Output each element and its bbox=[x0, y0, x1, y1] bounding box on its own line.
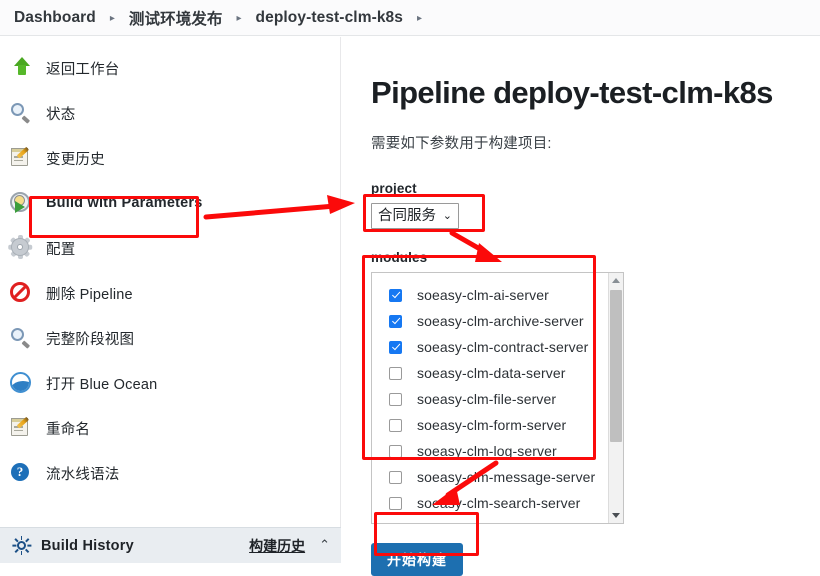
magnifier-icon bbox=[9, 101, 35, 125]
forbidden-icon bbox=[9, 281, 35, 305]
modules-scrollbar[interactable] bbox=[608, 273, 623, 523]
main-content: Pipeline deploy-test-clm-k8s 需要如下参数用于构建项… bbox=[342, 37, 820, 576]
module-checkbox[interactable] bbox=[389, 288, 402, 302]
start-build-button[interactable]: 开始构建 bbox=[371, 543, 463, 576]
module-checkbox[interactable] bbox=[389, 340, 402, 354]
module-label: soeasy-clm-archive-server bbox=[417, 313, 584, 329]
module-label: soeasy-clm-contract-server bbox=[417, 339, 589, 355]
gear-icon bbox=[8, 235, 35, 260]
build-history-header[interactable]: Build History 构建历史 ⌃ bbox=[0, 527, 341, 563]
sidebar-item-back-to-dashboard[interactable]: 返回工作台 bbox=[0, 55, 340, 81]
module-label: soeasy-clm-ai-server bbox=[417, 287, 549, 303]
project-select[interactable]: 合同服务 bbox=[371, 203, 459, 229]
page-title: Pipeline deploy-test-clm-k8s bbox=[371, 75, 773, 110]
help-circle-icon: ? bbox=[9, 461, 35, 485]
sidebar-item-status[interactable]: 状态 bbox=[0, 100, 340, 126]
breadcrumb-separator-icon: ▸ bbox=[417, 12, 423, 24]
module-row[interactable]: soeasy-clm-file-server bbox=[372, 386, 608, 412]
breadcrumb-item-job[interactable]: deploy-test-clm-k8s bbox=[256, 9, 403, 27]
module-row[interactable]: soeasy-clm-form-server bbox=[372, 412, 608, 438]
scroll-down-arrow-icon[interactable] bbox=[609, 508, 623, 523]
module-checkbox[interactable] bbox=[389, 314, 402, 328]
build-clock-play-icon bbox=[9, 191, 35, 215]
notepad-pencil-icon bbox=[9, 416, 35, 440]
build-history-link[interactable]: 构建历史 bbox=[249, 536, 305, 556]
module-checkbox[interactable] bbox=[389, 444, 402, 458]
sidebar-item-rename[interactable]: 重命名 bbox=[0, 415, 340, 441]
module-label: soeasy-clm-message-server bbox=[417, 469, 596, 485]
sidebar-item-label: Build with Parameters bbox=[46, 195, 203, 211]
sidebar-item-label: 打开 Blue Ocean bbox=[46, 376, 158, 393]
modules-checkbox-list[interactable]: soeasy-clm-ai-server soeasy-clm-archive-… bbox=[371, 272, 624, 524]
module-label: soeasy-clm-search-server bbox=[417, 495, 581, 511]
form-intro-text: 需要如下参数用于构建项目: bbox=[371, 136, 552, 152]
module-label: soeasy-clm-data-server bbox=[417, 365, 566, 381]
module-checkbox[interactable] bbox=[389, 496, 402, 510]
module-checkbox[interactable] bbox=[389, 470, 402, 484]
sidebar-task-list: 返回工作台 状态 变更历史 Build with Parameters 配置 删… bbox=[0, 37, 340, 505]
modules-field-label: modules bbox=[371, 250, 428, 265]
sidebar-item-label: 变更历史 bbox=[46, 151, 105, 168]
build-history-title: Build History bbox=[41, 537, 134, 554]
modules-list-viewport: soeasy-clm-ai-server soeasy-clm-archive-… bbox=[372, 273, 608, 523]
breadcrumb: Dashboard ▸ 测试环境发布 ▸ deploy-test-clm-k8s… bbox=[0, 0, 820, 36]
sidebar-item-label: 完整阶段视图 bbox=[46, 331, 135, 348]
sidebar-item-pipeline-syntax[interactable]: ? 流水线语法 bbox=[0, 460, 340, 486]
breadcrumb-separator-icon: ▸ bbox=[236, 12, 242, 24]
module-label: soeasy-clm-file-server bbox=[417, 391, 557, 407]
scroll-up-arrow-icon[interactable] bbox=[609, 273, 623, 288]
notepad-pencil-icon bbox=[9, 146, 35, 170]
sidebar-item-label: 状态 bbox=[46, 106, 76, 123]
module-checkbox[interactable] bbox=[389, 392, 402, 406]
module-checkbox[interactable] bbox=[389, 418, 402, 432]
sidebar-item-label: 重命名 bbox=[46, 421, 91, 438]
sidebar-item-label: 流水线语法 bbox=[46, 466, 120, 483]
magnifier-icon bbox=[9, 326, 35, 350]
module-row[interactable]: soeasy-clm-message-server bbox=[372, 464, 608, 490]
breadcrumb-item-dashboard[interactable]: Dashboard bbox=[14, 9, 96, 27]
module-checkbox[interactable] bbox=[389, 366, 402, 380]
sidebar-item-label: 删除 Pipeline bbox=[46, 286, 133, 303]
module-row[interactable]: soeasy-clm-search-server bbox=[372, 490, 608, 516]
module-row[interactable]: soeasy-clm-contract-server bbox=[372, 334, 608, 360]
sidebar-item-configure[interactable]: 配置 bbox=[0, 235, 340, 261]
sun-gear-icon bbox=[12, 536, 31, 555]
project-field-label: project bbox=[371, 181, 417, 196]
chevron-up-icon[interactable]: ⌃ bbox=[319, 538, 330, 551]
module-label: soeasy-clm-log-server bbox=[417, 443, 557, 459]
module-row[interactable]: soeasy-clm-data-server bbox=[372, 360, 608, 386]
blue-ocean-icon bbox=[9, 371, 35, 395]
sidebar-item-changes[interactable]: 变更历史 bbox=[0, 145, 340, 171]
sidebar: 返回工作台 状态 变更历史 Build with Parameters 配置 删… bbox=[0, 37, 341, 563]
sidebar-item-label: 返回工作台 bbox=[46, 61, 120, 78]
sidebar-item-build-with-parameters[interactable]: Build with Parameters bbox=[0, 190, 340, 216]
sidebar-item-open-blue-ocean[interactable]: 打开 Blue Ocean bbox=[0, 370, 340, 396]
breadcrumb-separator-icon: ▸ bbox=[109, 12, 115, 24]
sidebar-item-full-stage-view[interactable]: 完整阶段视图 bbox=[0, 325, 340, 351]
up-arrow-icon bbox=[9, 56, 35, 80]
module-row[interactable]: soeasy-clm-archive-server bbox=[372, 308, 608, 334]
breadcrumb-item-folder[interactable]: 测试环境发布 bbox=[129, 7, 223, 29]
sidebar-item-delete-pipeline[interactable]: 删除 Pipeline bbox=[0, 280, 340, 306]
scrollbar-thumb[interactable] bbox=[610, 290, 622, 442]
sidebar-item-label: 配置 bbox=[46, 241, 76, 258]
project-select-wrapper: 合同服务 ⌄ bbox=[371, 203, 459, 229]
module-row[interactable]: soeasy-clm-ai-server bbox=[372, 282, 608, 308]
module-label: soeasy-clm-form-server bbox=[417, 417, 567, 433]
module-row[interactable]: soeasy-clm-log-server bbox=[372, 438, 608, 464]
